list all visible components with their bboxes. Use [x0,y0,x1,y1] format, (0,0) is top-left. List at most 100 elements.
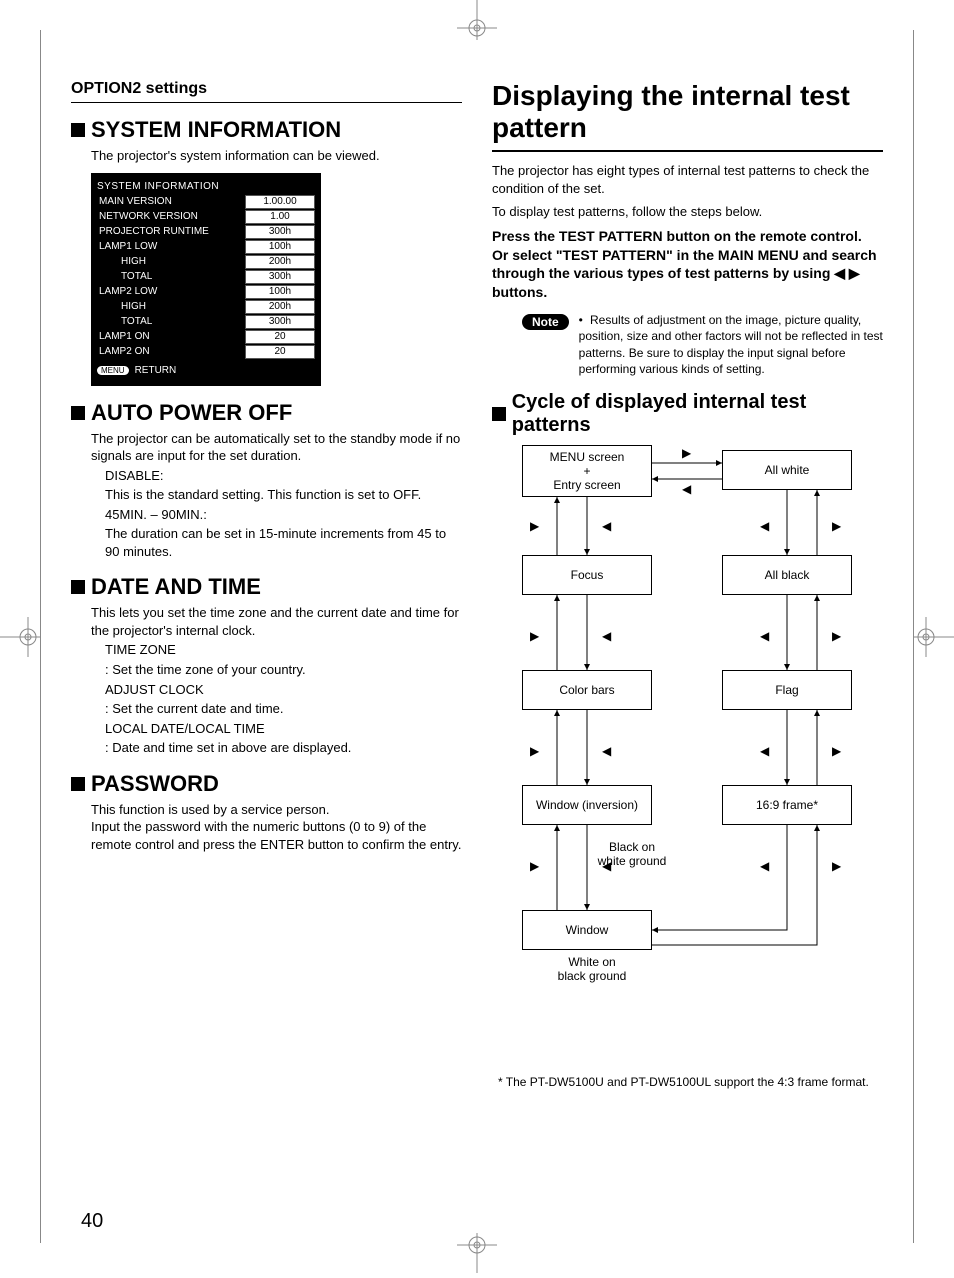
svg-text:◀: ◀ [760,629,770,643]
sysinfo-row: NETWORK VERSION1.00 [97,210,315,224]
breadcrumb: OPTION2 settings [71,80,462,103]
note-badge: Note [522,314,569,330]
square-bullet-icon [71,580,85,594]
section-heading-system-information: SYSTEM INFORMATION [71,117,462,143]
svg-text:◀: ◀ [602,629,612,643]
page-content: OPTION2 settings SYSTEM INFORMATION The … [40,30,914,1243]
sysinfo-key: PROJECTOR RUNTIME [97,226,245,237]
sysinfo-key: NETWORK VERSION [97,211,245,222]
sysinfo-key: HIGH [97,301,245,312]
system-information-box: SYSTEM INFORMATION MAIN VERSION1.00.00NE… [91,173,321,386]
heading-text: DATE AND TIME [91,574,261,600]
sysinfo-value: 20 [245,330,315,344]
svg-text:◀: ◀ [760,519,770,533]
sysbox-return-row: MENU RETURN [97,365,315,376]
node-menu-screen: MENU screen + Entry screen [522,445,652,497]
heading-text: Cycle of displayed internal test pattern… [512,391,883,437]
definition-term: LOCAL DATE/LOCAL TIME [105,720,462,738]
heading-text: PASSWORD [91,771,219,797]
sysinfo-value: 20 [245,345,315,359]
page-number: 40 [81,1210,103,1233]
return-text: RETURN [135,365,177,376]
note-text-content: Results of adjustment on the image, pict… [579,313,883,376]
sysinfo-row: LAMP2 ON20 [97,345,315,359]
sysinfo-value: 200h [245,300,315,314]
definition-desc: The duration can be set in 15-minute inc… [105,525,462,560]
definition-desc: : Date and time set in above are display… [105,739,462,757]
page-title: Displaying the internal test pattern [492,80,883,152]
sysinfo-value: 300h [245,315,315,329]
sysinfo-key: LAMP2 LOW [97,286,245,297]
sysinfo-row: TOTAL300h [97,270,315,284]
svg-text:◀: ◀ [760,744,770,758]
intro-text-1: The projector has eight types of interna… [492,162,883,197]
sysinfo-value: 100h [245,240,315,254]
cycle-diagram: ▶ ◀ ▶◀ ◀▶ ▶◀ ◀▶ ▶◀ ◀▶ ▶◀ ◀▶ MENU screen … [502,445,862,1065]
sysinfo-value: 1.00 [245,210,315,224]
svg-text:◀: ◀ [682,482,692,496]
note-text: • Results of adjustment on the image, pi… [579,312,883,377]
sysinfo-row: HIGH200h [97,300,315,314]
node-window: Window [522,910,652,950]
section-heading-password: PASSWORD [71,771,462,797]
svg-text:▶: ▶ [530,519,540,533]
auto-power-off-intro: The projector can be automatically set t… [91,430,462,465]
system-information-intro: The projector's system information can b… [91,147,462,165]
node-window-inversion: Window (inversion) [522,785,652,825]
svg-text:◀: ◀ [602,519,612,533]
sysinfo-key: TOTAL [97,271,245,282]
sysinfo-key: HIGH [97,256,245,267]
node-16-9-frame: 16:9 frame* [722,785,852,825]
right-column: Displaying the internal test pattern The… [492,80,883,1089]
section-heading-cycle: Cycle of displayed internal test pattern… [492,391,883,437]
svg-text:▶: ▶ [530,744,540,758]
crop-mark-left [0,607,40,667]
svg-text:◀: ◀ [760,859,770,873]
definition-term: DISABLE: [105,467,462,485]
instruction-text: Press the TEST PATTERN button on the rem… [492,227,883,303]
intro-text-2: To display test patterns, follow the ste… [492,203,883,221]
heading-text: AUTO POWER OFF [91,400,292,426]
auto-power-off-body: The projector can be automatically set t… [91,430,462,561]
svg-text:▶: ▶ [682,446,692,460]
sysinfo-row: MAIN VERSION1.00.00 [97,195,315,209]
heading-text: SYSTEM INFORMATION [91,117,341,143]
section-heading-auto-power-off: AUTO POWER OFF [71,400,462,426]
svg-text:▶: ▶ [530,859,540,873]
definition-term: TIME ZONE [105,641,462,659]
square-bullet-icon [492,407,506,421]
left-column: OPTION2 settings SYSTEM INFORMATION The … [71,80,462,1089]
label-white-on-black: White on black ground [542,955,642,983]
svg-text:▶: ▶ [832,629,842,643]
sysinfo-key: TOTAL [97,316,245,327]
sysinfo-row: PROJECTOR RUNTIME300h [97,225,315,239]
square-bullet-icon [71,123,85,137]
definition-desc: : Set the time zone of your country. [105,661,462,679]
node-all-black: All black [722,555,852,595]
crop-mark-right [914,607,954,667]
date-and-time-body: This lets you set the time zone and the … [91,604,462,756]
svg-text:▶: ▶ [832,519,842,533]
sysinfo-key: MAIN VERSION [97,196,245,207]
node-color-bars: Color bars [522,670,652,710]
definition-term: ADJUST CLOCK [105,681,462,699]
sysinfo-key: LAMP1 ON [97,331,245,342]
sysinfo-key: LAMP1 LOW [97,241,245,252]
label-black-on-white: Black on white ground [592,840,672,868]
sysbox-title: SYSTEM INFORMATION [97,181,315,192]
svg-text:▶: ▶ [530,629,540,643]
sysinfo-value: 1.00.00 [245,195,315,209]
square-bullet-icon [71,406,85,420]
svg-text:▶: ▶ [832,859,842,873]
definition-term: 45MIN. – 90MIN.: [105,506,462,524]
sysinfo-row: TOTAL300h [97,315,315,329]
square-bullet-icon [71,777,85,791]
sysinfo-value: 300h [245,225,315,239]
password-body: This function is used by a service perso… [91,801,462,854]
bullet-icon: • [579,312,587,328]
date-time-intro: This lets you set the time zone and the … [91,604,462,639]
svg-text:◀: ◀ [602,744,612,758]
menu-button-label: MENU [97,366,129,375]
definition-desc: This is the standard setting. This funct… [105,486,462,504]
node-focus: Focus [522,555,652,595]
